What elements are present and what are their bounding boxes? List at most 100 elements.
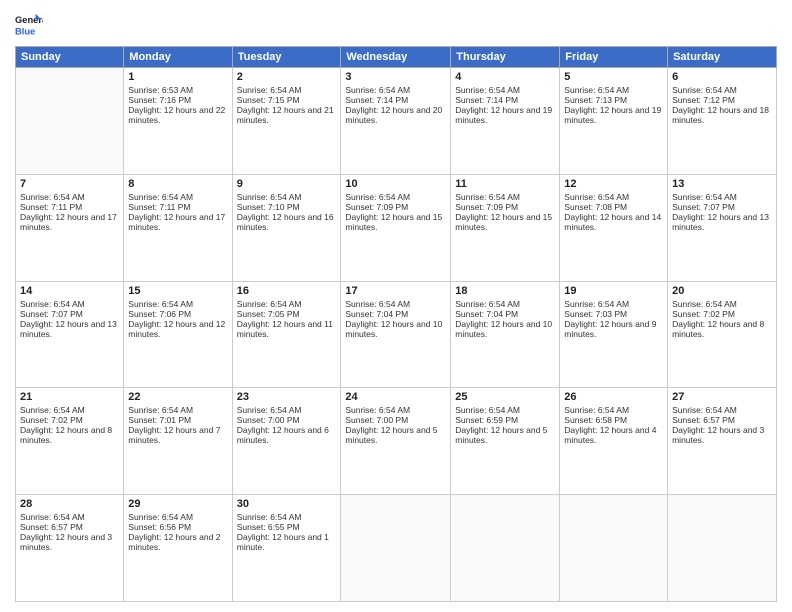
calendar-cell-4-7: 27Sunrise: 6:54 AMSunset: 6:57 PMDayligh… [668,388,777,495]
sunrise-text: Sunrise: 6:54 AM [455,405,555,415]
calendar-cell-4-2: 22Sunrise: 6:54 AMSunset: 7:01 PMDayligh… [124,388,232,495]
logo-icon: General Blue [15,10,43,38]
calendar-table: SundayMondayTuesdayWednesdayThursdayFrid… [15,46,777,602]
day-number: 25 [455,391,555,403]
daylight-text: Daylight: 12 hours and 8 minutes. [672,319,772,339]
day-number: 23 [237,391,337,403]
daylight-text: Daylight: 12 hours and 11 minutes. [237,319,337,339]
calendar-cell-4-1: 21Sunrise: 6:54 AMSunset: 7:02 PMDayligh… [16,388,124,495]
daylight-text: Daylight: 12 hours and 21 minutes. [237,105,337,125]
calendar-cell-5-7 [668,495,777,602]
sunset-text: Sunset: 7:15 PM [237,95,337,105]
calendar-cell-1-4: 3Sunrise: 6:54 AMSunset: 7:14 PMDaylight… [341,68,451,175]
sunrise-text: Sunrise: 6:54 AM [345,299,446,309]
day-number: 8 [128,178,227,190]
sunrise-text: Sunrise: 6:54 AM [237,512,337,522]
sunrise-text: Sunrise: 6:54 AM [128,192,227,202]
day-number: 5 [564,71,663,83]
sunrise-text: Sunrise: 6:54 AM [672,405,772,415]
weekday-header-saturday: Saturday [668,47,777,68]
calendar-cell-4-4: 24Sunrise: 6:54 AMSunset: 7:00 PMDayligh… [341,388,451,495]
calendar-cell-3-2: 15 Sunrise: 6:54 AMSunset: 7:06 PMDayligh… [124,281,232,388]
sunset-text: Sunset: 7:11 PM [20,202,119,212]
daylight-text: Daylight: 12 hours and 6 minutes. [237,425,337,445]
calendar-cell-4-3: 23Sunrise: 6:54 AMSunset: 7:00 PMDayligh… [232,388,341,495]
daylight-text: Daylight: 12 hours and 20 minutes. [345,105,446,125]
day-number: 11 [455,178,555,190]
calendar-week-4: 21Sunrise: 6:54 AMSunset: 7:02 PMDayligh… [16,388,777,495]
sunset-text: Sunset: 6:57 PM [672,415,772,425]
calendar-cell-2-2: 8 Sunrise: 6:54 AMSunset: 7:11 PMDaylight… [124,174,232,281]
weekday-header-thursday: Thursday [451,47,560,68]
calendar-cell-2-4: 10Sunrise: 6:54 AMSunset: 7:09 PMDayligh… [341,174,451,281]
sunrise-text: Sunrise: 6:54 AM [672,85,772,95]
daylight-text: Daylight: 12 hours and 5 minutes. [455,425,555,445]
sunset-text: Sunset: 6:57 PM [20,522,119,532]
sunset-text: Sunset: 7:16 PM [128,95,227,105]
day-number: 15 [128,285,227,297]
calendar-cell-5-2: 29Sunrise: 6:54 AMSunset: 6:56 PMDayligh… [124,495,232,602]
sunset-text: Sunset: 7:06 PM [128,309,227,319]
day-number: 6 [672,71,772,83]
sunset-text: Sunset: 6:58 PM [564,415,663,425]
calendar-cell-3-7: 20Sunrise: 6:54 AMSunset: 7:02 PMDayligh… [668,281,777,388]
daylight-text: Daylight: 12 hours and 12 minutes. [128,319,227,339]
calendar-cell-2-3: 9Sunrise: 6:54 AMSunset: 7:10 PMDaylight… [232,174,341,281]
sunrise-text: Sunrise: 6:54 AM [564,299,663,309]
calendar-cell-1-2: 1Sunrise: 6:53 AMSunset: 7:16 PMDaylight… [124,68,232,175]
sunset-text: Sunset: 7:11 PM [128,202,227,212]
daylight-text: Daylight: 12 hours and 17 minutes. [20,212,119,232]
daylight-text: Daylight: 12 hours and 22 minutes. [128,105,227,125]
daylight-text: Daylight: 12 hours and 13 minutes. [20,319,119,339]
day-number: 3 [345,71,446,83]
daylight-text: Daylight: 12 hours and 19 minutes. [455,105,555,125]
day-number: 14 [20,285,119,297]
day-number: 12 [564,178,663,190]
calendar-cell-2-7: 13Sunrise: 6:54 AMSunset: 7:07 PMDayligh… [668,174,777,281]
sunrise-text: Sunrise: 6:54 AM [345,192,446,202]
calendar-cell-2-5: 11Sunrise: 6:54 AMSunset: 7:09 PMDayligh… [451,174,560,281]
calendar-cell-3-4: 17Sunrise: 6:54 AMSunset: 7:04 PMDayligh… [341,281,451,388]
calendar-week-5: 28Sunrise: 6:54 AMSunset: 6:57 PMDayligh… [16,495,777,602]
calendar-cell-1-6: 5Sunrise: 6:54 AMSunset: 7:13 PMDaylight… [560,68,668,175]
daylight-text: Daylight: 12 hours and 8 minutes. [20,425,119,445]
sunrise-text: Sunrise: 6:54 AM [20,512,119,522]
daylight-text: Daylight: 12 hours and 15 minutes. [455,212,555,232]
sunset-text: Sunset: 6:55 PM [237,522,337,532]
day-number: 18 [455,285,555,297]
sunset-text: Sunset: 7:14 PM [345,95,446,105]
svg-text:Blue: Blue [15,26,35,36]
sunrise-text: Sunrise: 6:54 AM [128,299,227,309]
sunset-text: Sunset: 6:56 PM [128,522,227,532]
sunset-text: Sunset: 7:00 PM [345,415,446,425]
calendar-header-row: SundayMondayTuesdayWednesdayThursdayFrid… [16,47,777,68]
sunrise-text: Sunrise: 6:54 AM [128,405,227,415]
sunset-text: Sunset: 7:07 PM [672,202,772,212]
daylight-text: Daylight: 12 hours and 17 minutes. [128,212,227,232]
day-number: 2 [237,71,337,83]
calendar-cell-1-1 [16,68,124,175]
day-number: 1 [128,71,227,83]
daylight-text: Daylight: 12 hours and 14 minutes. [564,212,663,232]
sunset-text: Sunset: 7:13 PM [564,95,663,105]
sunrise-text: Sunrise: 6:54 AM [128,512,227,522]
calendar-week-3: 14Sunrise: 6:54 AMSunset: 7:07 PMDayligh… [16,281,777,388]
daylight-text: Daylight: 12 hours and 13 minutes. [672,212,772,232]
sunrise-text: Sunrise: 6:54 AM [455,85,555,95]
logo: General Blue [15,10,43,38]
daylight-text: Daylight: 12 hours and 7 minutes. [128,425,227,445]
calendar-cell-4-6: 26Sunrise: 6:54 AMSunset: 6:58 PMDayligh… [560,388,668,495]
day-number: 9 [237,178,337,190]
day-number: 4 [455,71,555,83]
calendar-week-1: 1Sunrise: 6:53 AMSunset: 7:16 PMDaylight… [16,68,777,175]
daylight-text: Daylight: 12 hours and 2 minutes. [128,532,227,552]
calendar-cell-1-3: 2Sunrise: 6:54 AMSunset: 7:15 PMDaylight… [232,68,341,175]
day-number: 13 [672,178,772,190]
weekday-header-friday: Friday [560,47,668,68]
daylight-text: Daylight: 12 hours and 1 minute. [237,532,337,552]
calendar-cell-3-1: 14Sunrise: 6:54 AMSunset: 7:07 PMDayligh… [16,281,124,388]
day-number: 16 [237,285,337,297]
calendar-cell-5-5 [451,495,560,602]
sunset-text: Sunset: 7:12 PM [672,95,772,105]
sunset-text: Sunset: 7:02 PM [672,309,772,319]
